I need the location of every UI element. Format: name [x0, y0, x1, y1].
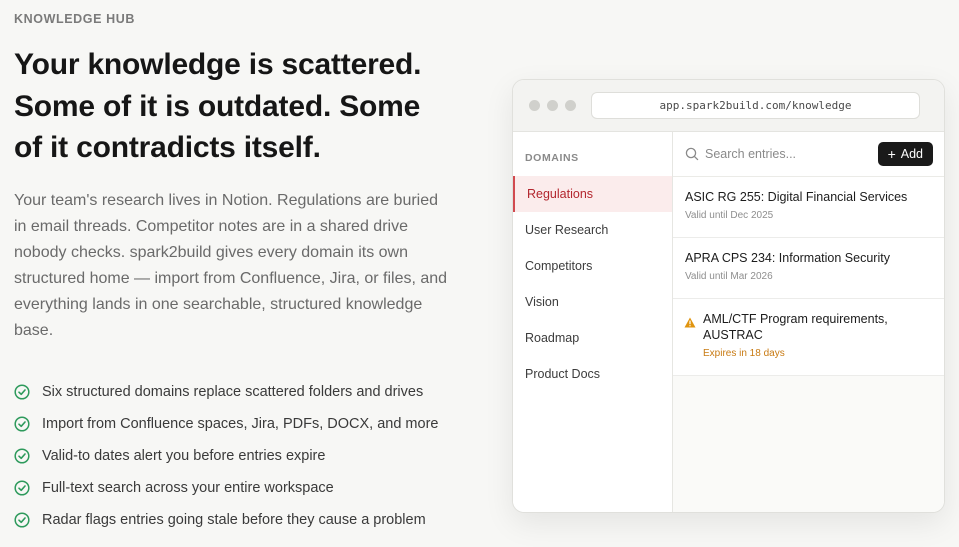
- url-bar[interactable]: app.spark2build.com/knowledge: [591, 92, 920, 119]
- entries-list: ASIC RG 255: Digital Financial Services …: [673, 177, 944, 376]
- sidebar-item-regulations[interactable]: Regulations: [513, 176, 672, 212]
- headline: Your knowledge is scattered. Some of it …: [14, 44, 464, 169]
- headline-line-3: of it contradicts itself.: [14, 131, 321, 164]
- feature-item: Import from Confluence spaces, Jira, PDF…: [14, 408, 438, 440]
- entry-row[interactable]: AML/CTF Program requirements, AUSTRAC Ex…: [673, 299, 944, 376]
- check-circle-icon: [14, 384, 30, 400]
- body-paragraph: Your team's research lives in Notion. Re…: [14, 192, 448, 339]
- window-dot: [547, 100, 558, 111]
- feature-text: Import from Confluence spaces, Jira, PDF…: [42, 416, 439, 432]
- feature-item: Valid-to dates alert you before entries …: [14, 440, 438, 472]
- eyebrow-label: KNOWLEDGE HUB: [14, 12, 135, 26]
- headline-line-1: Your knowledge is scattered.: [14, 48, 422, 81]
- entry-validity: Valid until Dec 2025: [685, 210, 774, 221]
- feature-item: Radar flags entries going stale before t…: [14, 504, 438, 536]
- check-circle-icon: [14, 512, 30, 528]
- search-row: + Add: [673, 132, 944, 177]
- headline-line-2: Some of it is outdated. Some: [14, 89, 421, 123]
- window-dot: [529, 100, 540, 111]
- search-icon: [685, 147, 699, 166]
- sidebar-item-vision[interactable]: Vision: [513, 284, 672, 320]
- feature-item: Six structured domains replace scattered…: [14, 376, 438, 408]
- domains-nav: Regulations User Research Competitors Vi…: [513, 176, 672, 392]
- sidebar-item-roadmap[interactable]: Roadmap: [513, 320, 672, 356]
- feature-item: Full-text search across your entire work…: [14, 472, 438, 504]
- check-circle-icon: [14, 416, 30, 432]
- window-titlebar: app.spark2build.com/knowledge: [513, 80, 944, 132]
- search-input[interactable]: [705, 144, 865, 164]
- entry-expiry-warning: Expires in 18 days: [703, 348, 785, 359]
- sidebar-heading: DOMAINS: [525, 152, 579, 164]
- entries-panel: + Add ASIC RG 255: Digital Financial Ser…: [673, 132, 944, 512]
- sidebar-item-product-docs[interactable]: Product Docs: [513, 356, 672, 392]
- feature-text: Valid-to dates alert you before entries …: [42, 448, 326, 464]
- feature-list: Six structured domains replace scattered…: [14, 376, 438, 536]
- add-button-label: Add: [900, 147, 923, 161]
- entry-validity: Valid until Mar 2026: [685, 271, 773, 282]
- check-circle-icon: [14, 480, 30, 496]
- add-entry-button[interactable]: + Add: [877, 142, 933, 166]
- domains-sidebar: DOMAINS Regulations User Research Compet…: [513, 132, 673, 512]
- entry-title: ASIC RG 255: Digital Financial Services: [685, 190, 908, 204]
- window-dot: [565, 100, 576, 111]
- entry-row[interactable]: APRA CPS 234: Information Security Valid…: [673, 238, 944, 299]
- feature-text: Radar flags entries going stale before t…: [42, 512, 426, 528]
- plus-icon: +: [887, 146, 896, 162]
- feature-text: Six structured domains replace scattered…: [42, 384, 424, 400]
- check-circle-icon: [14, 448, 30, 464]
- app-window-mockup: app.spark2build.com/knowledge DOMAINS Re…: [512, 79, 945, 513]
- entry-title: APRA CPS 234: Information Security: [685, 251, 890, 265]
- warning-triangle-icon: [684, 315, 696, 333]
- sidebar-item-competitors[interactable]: Competitors: [513, 248, 672, 284]
- entry-title: AML/CTF Program requirements, AUSTRAC: [703, 312, 888, 342]
- feature-text: Full-text search across your entire work…: [42, 480, 334, 496]
- entry-row[interactable]: ASIC RG 255: Digital Financial Services …: [673, 177, 944, 238]
- sidebar-item-user-research[interactable]: User Research: [513, 212, 672, 248]
